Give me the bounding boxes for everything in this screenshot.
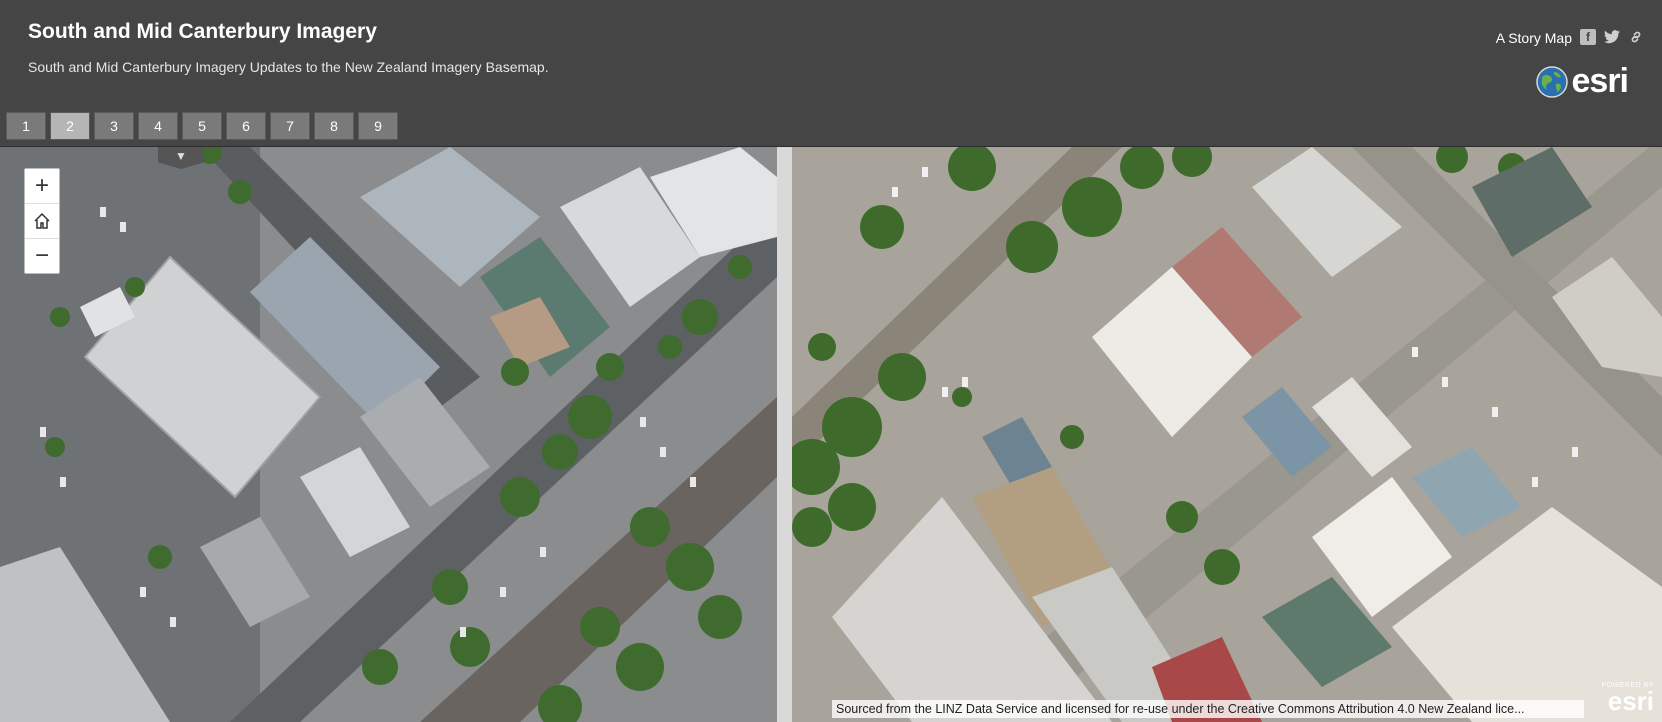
zoom-out-button[interactable]: − (25, 239, 59, 273)
right-aerial-map[interactable] (792, 147, 1662, 722)
home-icon (34, 212, 50, 229)
tab-8[interactable]: 8 (314, 112, 354, 140)
tab-9[interactable]: 9 (358, 112, 398, 140)
tab-7[interactable]: 7 (270, 112, 310, 140)
storymap-link[interactable]: A Story Map (1496, 30, 1572, 46)
story-tabs: 1 2 3 4 5 6 7 8 9 (6, 112, 398, 140)
powered-by-esri-logo[interactable]: POWERED BY esri (1602, 682, 1654, 716)
chevron-down-icon: ▼ (175, 149, 187, 163)
right-aerial-imagery (792, 147, 1662, 722)
tab-5[interactable]: 5 (182, 112, 222, 140)
header-bar: South and Mid Canterbury Imagery South a… (0, 0, 1662, 147)
tab-2[interactable]: 2 (50, 112, 90, 140)
tab-1[interactable]: 1 (6, 112, 46, 140)
share-bar: f (1580, 29, 1644, 45)
esri-logo-text: esri (1571, 62, 1629, 100)
globe-icon (1535, 65, 1568, 98)
powered-by-esri-text: esri (1607, 686, 1654, 716)
twitter-icon[interactable] (1604, 29, 1620, 45)
zoom-control: + − (24, 168, 60, 274)
tab-6[interactable]: 6 (226, 112, 266, 140)
left-aerial-imagery (0, 147, 777, 722)
home-button[interactable] (25, 204, 59, 239)
facebook-icon[interactable]: f (1580, 29, 1596, 45)
swipe-divider[interactable] (777, 147, 792, 722)
map-attribution: Sourced from the LINZ Data Service and l… (832, 700, 1584, 718)
left-aerial-map[interactable] (0, 147, 777, 722)
page-title: South and Mid Canterbury Imagery (28, 20, 377, 43)
tab-3[interactable]: 3 (94, 112, 134, 140)
zoom-in-button[interactable]: + (25, 169, 59, 204)
link-icon[interactable] (1628, 29, 1644, 45)
page-subtitle: South and Mid Canterbury Imagery Updates… (28, 59, 549, 75)
esri-logo[interactable]: esri (1535, 62, 1629, 101)
tab-4[interactable]: 4 (138, 112, 178, 140)
